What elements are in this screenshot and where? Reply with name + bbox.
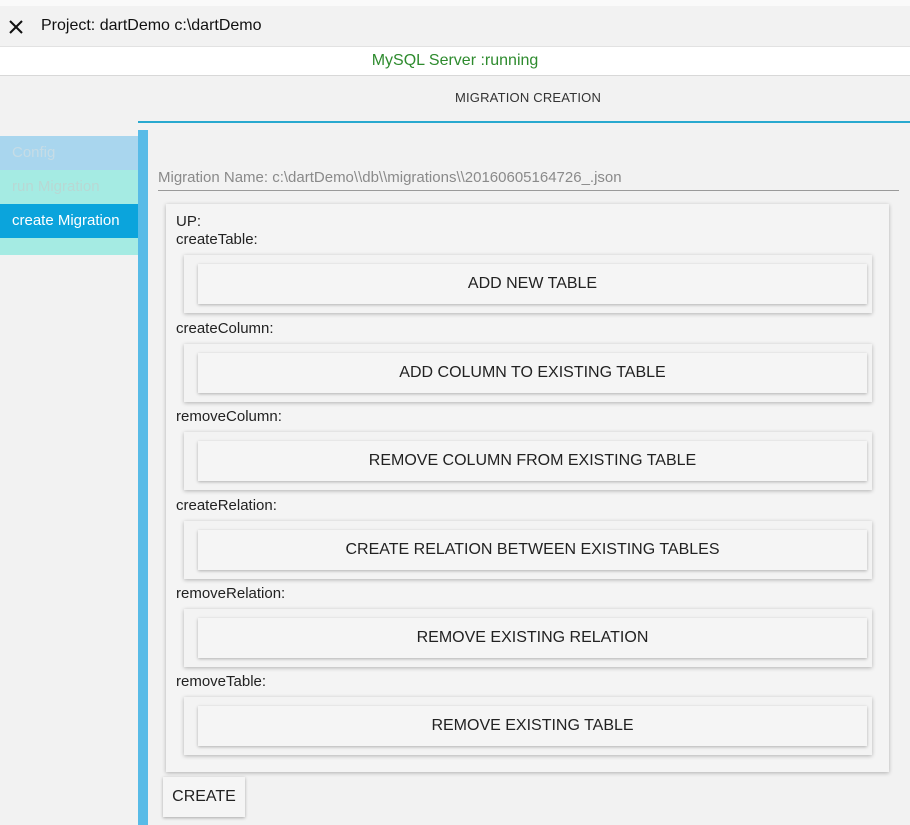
- sidebar-item-create-migration[interactable]: create Migration: [0, 204, 138, 238]
- server-status: MySQL Server :running: [0, 47, 910, 76]
- add-column-button[interactable]: ADD COLUMN TO EXISTING TABLE: [198, 353, 867, 393]
- sidebar-item-config[interactable]: Config: [0, 136, 138, 170]
- remove-relation-button[interactable]: REMOVE EXISTING RELATION: [198, 618, 867, 658]
- migration-name-underline: [158, 190, 899, 191]
- create-button[interactable]: CREATE: [163, 777, 245, 817]
- page-title: MIGRATION CREATION: [454, 90, 602, 105]
- header-underline: [138, 121, 910, 123]
- project-title: Project: dartDemo c:\dartDemo: [41, 17, 262, 34]
- create-column-label: createColumn:: [176, 320, 274, 337]
- create-table-label: createTable:: [176, 231, 258, 248]
- remove-column-button[interactable]: REMOVE COLUMN FROM EXISTING TABLE: [198, 441, 867, 481]
- content-accent-bar: [138, 130, 148, 825]
- migration-name-field[interactable]: Migration Name: c:\dartDemo\\db\\migrati…: [158, 169, 622, 186]
- create-column-card: ADD COLUMN TO EXISTING TABLE: [184, 344, 872, 402]
- remove-column-label: removeColumn:: [176, 408, 282, 425]
- remove-table-button[interactable]: REMOVE EXISTING TABLE: [198, 706, 867, 746]
- remove-table-label: removeTable:: [176, 673, 267, 690]
- sidebar-item-label: Config: [12, 144, 56, 161]
- create-relation-button[interactable]: CREATE RELATION BETWEEN EXISTING TABLES: [198, 530, 867, 570]
- sidebar-item-run-migration[interactable]: run Migration: [0, 170, 138, 204]
- close-icon[interactable]: [7, 18, 25, 36]
- sidebar-bottom-strip: [0, 238, 154, 255]
- remove-relation-label: removeRelation:: [176, 585, 286, 602]
- remove-column-card: REMOVE COLUMN FROM EXISTING TABLE: [184, 432, 872, 490]
- title-bar: Project: dartDemo c:\dartDemo: [0, 6, 910, 47]
- add-new-table-button[interactable]: ADD NEW TABLE: [198, 264, 867, 304]
- create-relation-label: createRelation:: [176, 497, 277, 514]
- up-label: UP:: [176, 213, 202, 230]
- create-table-card: ADD NEW TABLE: [184, 255, 872, 313]
- remove-table-card: REMOVE EXISTING TABLE: [184, 697, 872, 755]
- remove-relation-card: REMOVE EXISTING RELATION: [184, 609, 872, 667]
- create-relation-card: CREATE RELATION BETWEEN EXISTING TABLES: [184, 521, 872, 579]
- sidebar-item-label: run Migration: [12, 178, 100, 195]
- sidebar-item-label: create Migration: [12, 212, 120, 229]
